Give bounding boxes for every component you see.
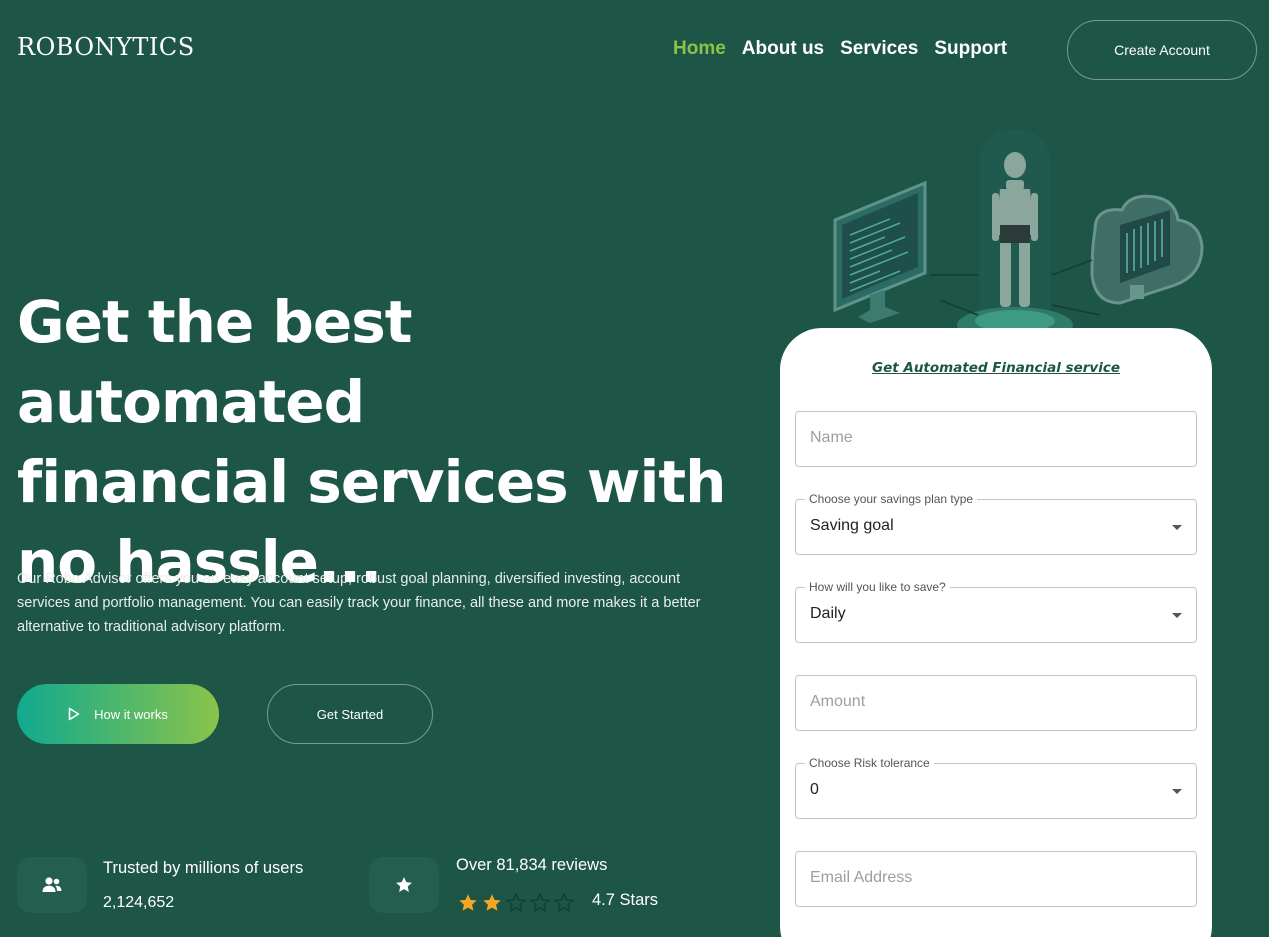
star-filled-icon <box>483 894 501 911</box>
brand-logo[interactable]: ROBONYTICS <box>17 33 195 61</box>
chevron-down-icon <box>1172 525 1182 530</box>
cloud-graphic <box>1090 194 1204 305</box>
risk-tolerance-value: 0 <box>810 781 819 798</box>
main-nav: Home About us Services Support <box>673 38 1007 60</box>
save-frequency-label: How will you like to save? <box>805 580 950 594</box>
users-stat-title: Trusted by millions of users <box>103 859 304 877</box>
amount-placeholder: Amount <box>810 693 866 710</box>
reviews-stat-icon-box <box>369 857 439 913</box>
signup-form-card: Get Automated Financial service Name Cho… <box>780 328 1212 937</box>
hero-description: Our Robo Advisor offers you an easy acco… <box>17 571 701 635</box>
hero-title-line-2: financial services with <box>17 448 726 516</box>
email-input[interactable]: Email Address <box>795 851 1197 907</box>
create-account-button[interactable]: Create Account <box>1067 20 1257 80</box>
risk-tolerance-select[interactable]: Choose Risk tolerance 0 <box>795 756 1197 819</box>
star-empty-icon <box>505 892 527 913</box>
name-input[interactable]: Name <box>795 411 1197 467</box>
savings-plan-type-select[interactable]: Choose your savings plan type Saving goa… <box>795 492 1197 555</box>
savings-plan-type-label: Choose your savings plan type <box>805 492 978 506</box>
reviews-stat-title: Over 81,834 reviews <box>456 856 608 874</box>
hero-title: Get the best automated financial service… <box>17 282 757 602</box>
nav-link-support[interactable]: Support <box>934 38 1007 60</box>
save-frequency-value: Daily <box>810 605 846 622</box>
robot-pod-graphic <box>957 130 1073 335</box>
monitor-graphic <box>833 180 927 323</box>
name-placeholder: Name <box>810 429 853 446</box>
how-it-works-label: How it works <box>94 706 168 722</box>
nav-link-home[interactable]: Home <box>673 38 726 60</box>
amount-input[interactable]: Amount <box>795 675 1197 731</box>
email-placeholder: Email Address <box>810 869 913 886</box>
rating-stars <box>457 892 575 914</box>
how-it-works-button[interactable]: How it works <box>17 684 219 744</box>
rating-label: 4.7 Stars <box>592 891 659 909</box>
risk-tolerance-label: Choose Risk tolerance <box>805 756 934 770</box>
play-icon <box>68 707 80 721</box>
get-started-button[interactable]: Get Started <box>267 684 433 744</box>
nav-link-about[interactable]: About us <box>742 38 824 60</box>
star-empty-icon <box>529 892 551 913</box>
form-heading-link[interactable]: Get Automated Financial service <box>780 360 1212 376</box>
users-icon <box>42 877 62 892</box>
hero-title-line-1: Get the best automated <box>17 288 413 436</box>
robot-illustration <box>833 130 1204 335</box>
savings-plan-type-value: Saving goal <box>810 517 894 534</box>
nav-link-services[interactable]: Services <box>840 38 918 60</box>
users-stat-icon-box <box>17 857 87 913</box>
chevron-down-icon <box>1172 613 1182 618</box>
users-stat-value: 2,124,652 <box>103 894 175 911</box>
star-filled-icon <box>459 894 477 911</box>
star-empty-icon <box>553 892 575 913</box>
chevron-down-icon <box>1172 789 1182 794</box>
star-icon <box>396 877 412 892</box>
save-frequency-select[interactable]: How will you like to save? Daily <box>795 580 1197 643</box>
